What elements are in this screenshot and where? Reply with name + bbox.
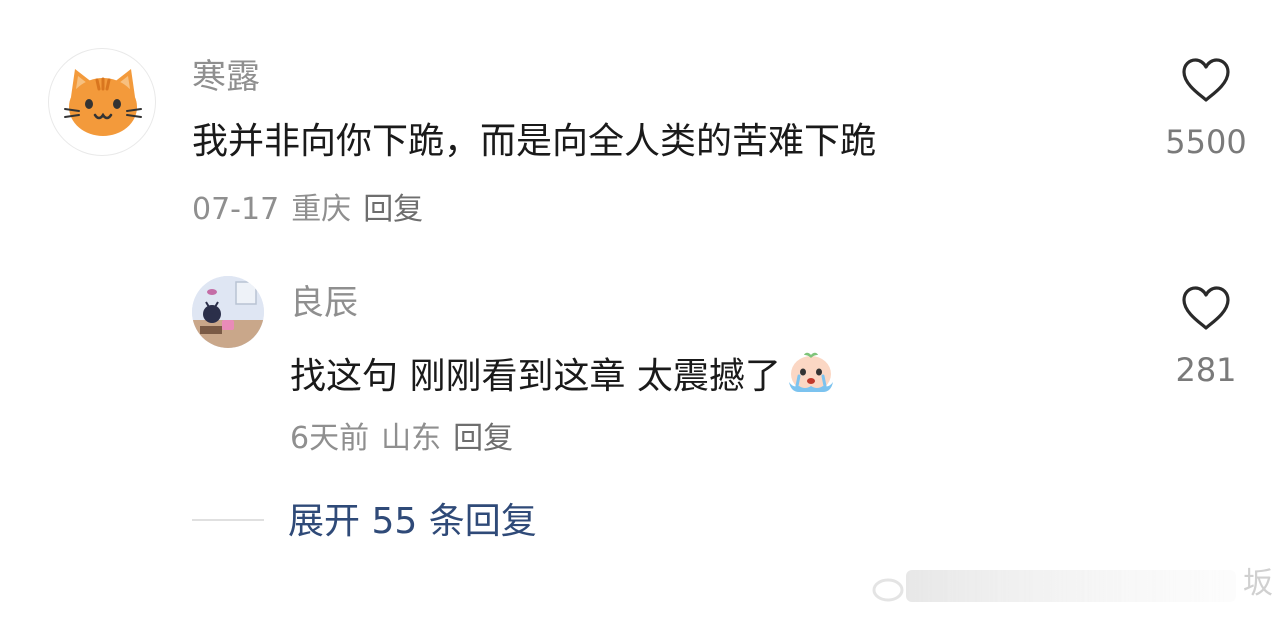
replier-username[interactable]: 良辰 — [290, 286, 358, 320]
reply-like-count: 281 — [1175, 351, 1237, 389]
crying-emoji-icon — [788, 352, 833, 392]
comment-location: 重庆 — [291, 192, 352, 227]
commenter-avatar[interactable] — [48, 48, 156, 156]
comment-meta: 07-17 重庆 回复 — [192, 195, 435, 225]
comment-like-count: 5500 — [1165, 123, 1247, 161]
watermark-text: 坂 — [1243, 566, 1273, 601]
commenter-username[interactable]: 寒露 — [192, 60, 260, 94]
comment-date: 07-17 — [192, 192, 280, 227]
expand-divider — [192, 519, 264, 521]
reply-date: 6天前 — [290, 421, 370, 456]
reply-location: 山东 — [381, 421, 442, 456]
comment-reply-button[interactable]: 回复 — [363, 192, 423, 227]
reply-text-content: 找这句 刚刚看到这章 太震撼了 — [290, 356, 781, 397]
heart-icon[interactable] — [1180, 284, 1232, 332]
comment-text: 我并非向你下跪，而是向全人类的苦难下跪 — [192, 121, 877, 162]
reply-meta: 6天前 山东 回复 — [290, 424, 525, 454]
cat-face-icon — [64, 69, 142, 136]
expand-replies-button[interactable]: 展开 55 条回复 — [288, 500, 537, 543]
watermark-logo — [872, 570, 1236, 602]
reply-reply-button[interactable]: 回复 — [453, 421, 513, 456]
replier-avatar[interactable] — [192, 276, 264, 348]
avatar-illustration-icon — [192, 276, 264, 348]
reply-text: 找这句 刚刚看到这章 太震撼了 — [290, 350, 837, 398]
heart-icon[interactable] — [1180, 56, 1232, 104]
